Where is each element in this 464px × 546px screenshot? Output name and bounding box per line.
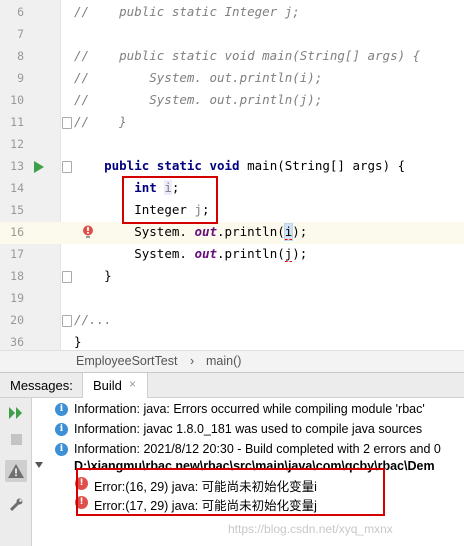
message-row[interactable]: i Information: 2021/8/12 20:30 - Build c… <box>33 440 464 460</box>
line-number: 9 <box>17 71 24 85</box>
annotation-highlight-box <box>76 468 385 516</box>
code-line[interactable]: 36 } <box>0 332 464 350</box>
message-text: Information: java: Errors occurred while… <box>74 402 425 416</box>
method-call: .println( <box>217 224 285 239</box>
info-icon: i <box>55 423 68 436</box>
line-number: 20 <box>10 313 24 327</box>
code-text: // public static void main(String[] args… <box>74 48 421 63</box>
breadcrumb-method[interactable]: main() <box>206 354 241 368</box>
code-line[interactable]: 6 // public static Integer j; <box>0 2 464 24</box>
chevron-down-icon[interactable] <box>35 462 43 468</box>
method-signature: main(String[] args) { <box>239 158 406 173</box>
println-statement: System. out.println(j); <box>74 246 308 262</box>
code-line[interactable]: 18 } <box>0 266 464 288</box>
warning-icon <box>8 464 24 478</box>
settings-button[interactable] <box>5 494 27 516</box>
breadcrumb-class[interactable]: EmployeeSortTest <box>76 354 177 368</box>
code-line[interactable]: 11 // } <box>0 112 464 134</box>
code-line[interactable]: 15 Integer j; <box>0 200 464 222</box>
line-number: 8 <box>17 49 24 63</box>
code-text: // System. out.println(j); <box>74 92 323 107</box>
message-row[interactable]: i Information: java: Errors occurred whi… <box>33 400 464 420</box>
breadcrumb-separator: › <box>190 354 195 368</box>
message-text: Information: 2021/8/12 20:30 - Build com… <box>74 442 441 456</box>
info-icon: i <box>55 403 68 416</box>
method-call: .println( <box>217 246 285 261</box>
fold-start-icon[interactable] <box>62 161 72 173</box>
watermark: https://blog.csdn.net/xyq_mxnx <box>228 522 393 536</box>
line-number: 7 <box>17 27 24 41</box>
tool-window-header: Messages: Build × <box>0 372 464 399</box>
collapsed-region[interactable]: //... <box>74 312 112 327</box>
close-icon[interactable]: × <box>129 377 136 391</box>
fold-end-icon[interactable] <box>62 271 72 283</box>
line-number: 10 <box>10 93 24 107</box>
annotation-highlight-box <box>122 176 218 224</box>
code-line[interactable]: 10 // System. out.println(j); <box>0 90 464 112</box>
code-line[interactable]: 17 System. out.println(j); <box>0 244 464 266</box>
punctuation: ); <box>292 246 308 261</box>
line-number: 16 <box>10 225 24 239</box>
method-declaration: public static void main(String[] args) { <box>74 158 405 173</box>
line-number: 36 <box>10 335 24 349</box>
punctuation: ); <box>292 224 308 239</box>
message-text: Information: javac 1.8.0_181 was used to… <box>74 422 423 436</box>
line-number: 17 <box>10 247 24 261</box>
fold-collapsed-icon[interactable] <box>62 315 72 327</box>
code-text: // } <box>74 114 127 129</box>
code-line-current[interactable]: 16 System. out.println(i); <box>0 222 464 244</box>
wrench-icon <box>9 498 23 512</box>
keyword: static <box>156 158 202 173</box>
keyword: public <box>104 158 150 173</box>
code-line[interactable]: 9 // System. out.println(i); <box>0 68 464 90</box>
tab-messages: Messages: <box>10 378 73 393</box>
run-gutter-icon[interactable] <box>34 161 44 173</box>
info-icon: i <box>55 443 68 456</box>
code-text: // public static Integer j; <box>74 4 300 19</box>
rerun-button[interactable] <box>5 402 27 424</box>
line-number: 18 <box>10 269 24 283</box>
code-text: } <box>74 268 112 283</box>
line-number: 14 <box>10 181 24 195</box>
line-number: 6 <box>17 5 24 19</box>
stop-button[interactable] <box>5 428 27 450</box>
code-line[interactable]: 20 //... <box>0 310 464 332</box>
class-name: System. <box>134 224 195 239</box>
fold-end-icon[interactable] <box>62 117 72 129</box>
line-number: 15 <box>10 203 24 217</box>
println-statement: System. out.println(i); <box>74 223 308 241</box>
field-out: out <box>194 224 218 239</box>
tab-build-label: Build <box>93 378 122 393</box>
class-name: System. <box>134 246 195 261</box>
code-line[interactable]: 14 int i; <box>0 178 464 200</box>
line-number: 12 <box>10 137 24 151</box>
tab-build[interactable]: Build × <box>82 373 148 399</box>
rerun-icon <box>9 407 22 419</box>
code-line[interactable]: 8 // public static void main(String[] ar… <box>0 46 464 68</box>
keyword: void <box>209 158 240 173</box>
code-editor[interactable]: 6 // public static Integer j; 7 8 // pub… <box>0 0 464 350</box>
code-text: // System. out.println(i); <box>74 70 323 85</box>
line-number: 11 <box>10 115 24 129</box>
line-number: 19 <box>10 291 24 305</box>
code-line[interactable]: 7 <box>0 24 464 46</box>
line-number: 13 <box>10 159 24 173</box>
code-line[interactable]: 13 public static void main(String[] args… <box>0 156 464 178</box>
stop-icon <box>10 433 22 445</box>
code-line[interactable]: 19 <box>0 288 464 310</box>
message-row[interactable]: i Information: javac 1.8.0_181 was used … <box>33 420 464 440</box>
field-out: out <box>194 246 218 261</box>
code-line[interactable]: 12 <box>0 134 464 156</box>
show-warnings-button[interactable] <box>5 460 27 482</box>
breadcrumb: EmployeeSortTest › main() <box>0 350 464 372</box>
code-text: } <box>74 334 82 349</box>
tool-window-toolbar <box>0 398 32 546</box>
build-messages-panel[interactable]: i Information: java: Errors occurred whi… <box>33 398 464 546</box>
